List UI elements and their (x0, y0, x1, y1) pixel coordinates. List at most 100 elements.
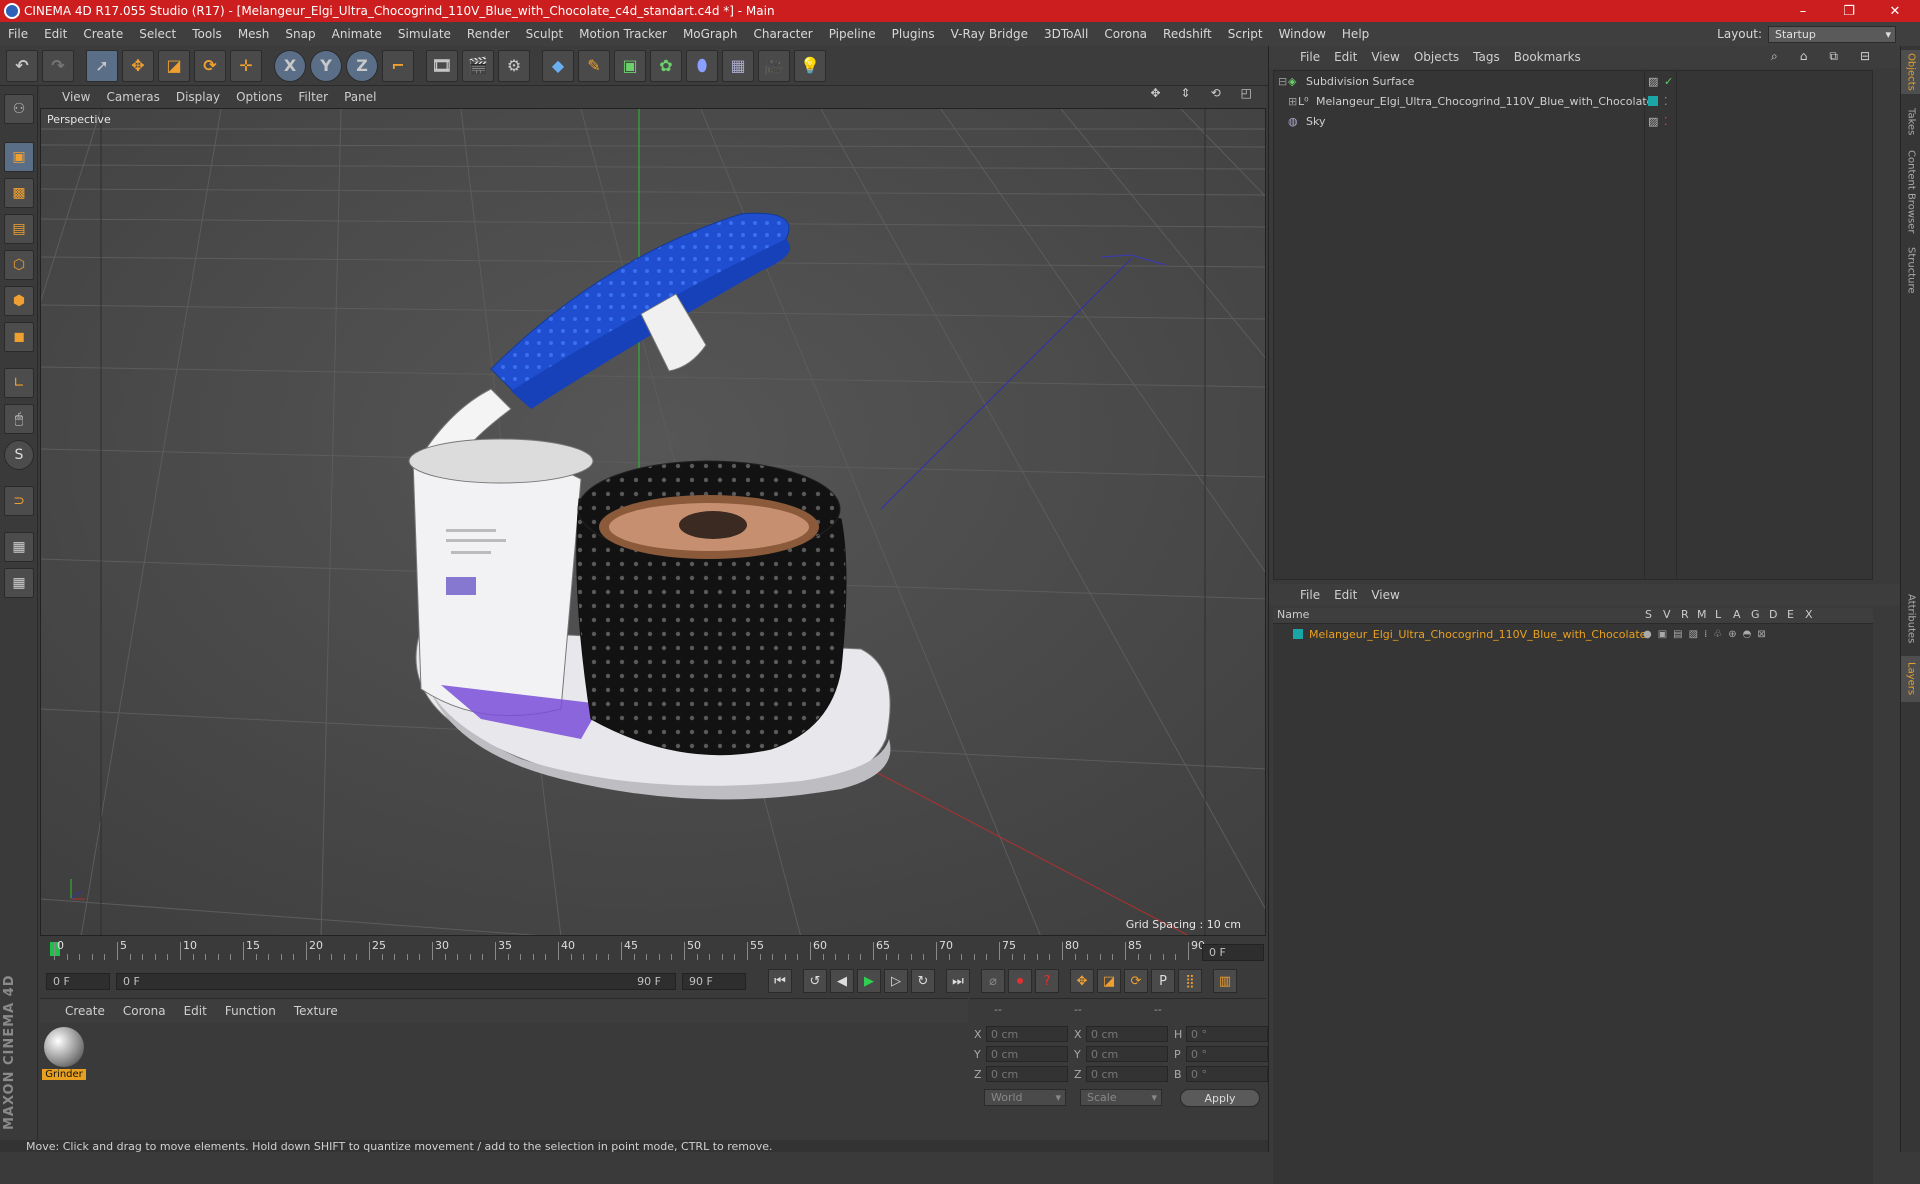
layer-col-render[interactable]: R (1681, 608, 1689, 621)
camera-button[interactable]: 🎥 (758, 49, 790, 82)
tweak-mode-button[interactable]: 🖱 (4, 404, 34, 434)
grid-lock-button[interactable]: ▦ (4, 568, 34, 598)
position-x-field[interactable]: 0 cm (986, 1026, 1068, 1042)
menu-motion-tracker[interactable]: Motion Tracker (571, 27, 675, 41)
menu-render[interactable]: Render (459, 27, 518, 41)
go-to-start-button[interactable]: ⏮ (768, 969, 792, 993)
orbit-icon[interactable]: ⟲ (1203, 86, 1229, 100)
light-button[interactable]: 💡 (794, 49, 826, 82)
viewport-menu-display[interactable]: Display (168, 90, 228, 104)
expand-icon[interactable]: ⊞ (1288, 95, 1298, 108)
position-y-field[interactable]: 0 cm (986, 1046, 1068, 1062)
workplane-mode-button[interactable]: ▤ (4, 214, 34, 244)
magnet-icon[interactable]: ⊃ (4, 486, 34, 516)
move-tool-button[interactable]: ✥ (122, 49, 154, 82)
obj-menu-bookmarks[interactable]: Bookmarks (1507, 50, 1588, 64)
material-swatch[interactable]: Grinder (42, 1027, 86, 1083)
dolly-icon[interactable]: ⇕ (1173, 86, 1199, 100)
undo-button[interactable]: ↶ (6, 49, 38, 82)
obj-menu-objects[interactable]: Objects (1407, 50, 1466, 64)
last-tool-button[interactable]: ✛ (230, 49, 262, 82)
start-frame-field[interactable]: 0 F (46, 972, 110, 990)
cloner-button[interactable]: ✿ (650, 49, 682, 82)
rotation-b-field[interactable]: 0 ° (1186, 1066, 1268, 1082)
next-frame-button[interactable]: ▷ (884, 969, 908, 993)
menu-tools[interactable]: Tools (184, 27, 230, 41)
tab-content-browser[interactable]: Content Browser (1901, 146, 1920, 238)
layer-col-manager[interactable]: M (1697, 608, 1707, 621)
timeline-window-button[interactable]: ▥ (1213, 969, 1237, 993)
menu-3dtoall[interactable]: 3DToAll (1036, 27, 1096, 41)
layer-menu-file[interactable]: File (1293, 588, 1327, 602)
size-z-field[interactable]: 0 cm (1086, 1066, 1168, 1082)
enable-axis-button[interactable]: ∟ (4, 368, 34, 398)
object-row[interactable]: ⊞ L⁰ Melangeur_Elgi_Ultra_Chocogrind_110… (1274, 91, 1870, 111)
apply-button[interactable]: Apply (1180, 1089, 1260, 1107)
rotation-h-field[interactable]: 0 ° (1186, 1026, 1268, 1042)
model-mode-button[interactable]: ▣ (4, 142, 34, 172)
new-view-icon[interactable]: ⧉ (1822, 49, 1845, 64)
position-z-field[interactable]: 0 cm (986, 1066, 1068, 1082)
layer-col-animation[interactable]: A (1733, 608, 1741, 621)
menu-plugins[interactable]: Plugins (884, 27, 943, 41)
points-mode-button[interactable]: ⬡ (4, 250, 34, 280)
layer-col-generators[interactable]: G (1751, 608, 1760, 621)
current-frame-field[interactable]: 0 F (1202, 944, 1264, 961)
menu-corona[interactable]: Corona (1096, 27, 1155, 41)
y-axis-lock-button[interactable]: Y (310, 49, 342, 82)
live-selection-button[interactable]: ➚ (86, 49, 118, 82)
go-to-end-button[interactable]: ⏭ (946, 969, 970, 993)
frame-range-slider[interactable]: 0 F 90 F (116, 972, 676, 990)
key-scale-button[interactable]: ◪ (1097, 969, 1121, 993)
make-editable-button[interactable]: ⚇ (4, 94, 34, 124)
material-menu-corona[interactable]: Corona (114, 1004, 175, 1018)
layer-col-name[interactable]: Name (1277, 608, 1309, 621)
rotate-tool-button[interactable]: ⟳ (194, 49, 226, 82)
obj-menu-view[interactable]: View (1364, 50, 1406, 64)
3d-viewport[interactable]: Perspective Grid Spacing : 10 cm (40, 108, 1266, 936)
coord-system-dropdown[interactable]: World ▾ (984, 1089, 1066, 1106)
material-menu-create[interactable]: Create (56, 1004, 114, 1018)
size-y-field[interactable]: 0 cm (1086, 1046, 1168, 1062)
viewport-menu-panel[interactable]: Panel (336, 90, 384, 104)
scale-tool-button[interactable]: ◪ (158, 49, 190, 82)
layer-col-solo[interactable]: S (1645, 608, 1652, 621)
material-menu-texture[interactable]: Texture (285, 1004, 347, 1018)
layer-col-xref[interactable]: X (1805, 608, 1813, 621)
viewport-menu-options[interactable]: Options (228, 90, 290, 104)
search-icon[interactable]: ⌕ (1764, 49, 1785, 64)
layer-col-view[interactable]: V (1663, 608, 1671, 621)
menu-pipeline[interactable]: Pipeline (821, 27, 884, 41)
motion-path-icon[interactable]: ⌀ (981, 969, 1005, 993)
workplane-lock-button[interactable]: ▦ (4, 532, 34, 562)
viewport-menu-view[interactable]: View (54, 90, 98, 104)
edit-toggle-icon[interactable]: ▨ (1648, 115, 1658, 128)
menu-vray-bridge[interactable]: V-Ray Bridge (943, 27, 1036, 41)
menu-create[interactable]: Create (75, 27, 131, 41)
menu-help[interactable]: Help (1334, 27, 1377, 41)
material-menu-edit[interactable]: Edit (175, 1004, 216, 1018)
subdivision-surface-button[interactable]: ▣ (614, 49, 646, 82)
menu-sculpt[interactable]: Sculpt (518, 27, 571, 41)
play-button[interactable]: ▶ (857, 969, 881, 993)
obj-menu-edit[interactable]: Edit (1327, 50, 1364, 64)
texture-mode-button[interactable]: ▩ (4, 178, 34, 208)
layer-col-deformers[interactable]: D (1769, 608, 1777, 621)
tab-takes[interactable]: Takes (1901, 102, 1920, 142)
maximize-view-icon[interactable]: ◰ (1233, 86, 1260, 100)
coordinate-system-button[interactable]: ⌐ (382, 49, 414, 82)
tab-attributes[interactable]: Attributes (1901, 586, 1920, 652)
menu-simulate[interactable]: Simulate (390, 27, 459, 41)
menu-mograph[interactable]: MoGraph (675, 27, 746, 41)
menu-select[interactable]: Select (131, 27, 184, 41)
cube-object-button[interactable]: ◆ (542, 49, 574, 82)
edit-toggle-icon[interactable]: ▨ (1648, 75, 1658, 88)
layout-dropdown[interactable]: Startup ▾ (1768, 25, 1896, 43)
menu-edit[interactable]: Edit (36, 27, 75, 41)
minimize-button[interactable]: – (1780, 0, 1826, 22)
x-axis-lock-button[interactable]: X (274, 49, 306, 82)
key-pla-button[interactable]: ⣿ (1178, 969, 1202, 993)
material-menu-function[interactable]: Function (216, 1004, 285, 1018)
menu-script[interactable]: Script (1220, 27, 1271, 41)
key-rotation-button[interactable]: ⟳ (1124, 969, 1148, 993)
